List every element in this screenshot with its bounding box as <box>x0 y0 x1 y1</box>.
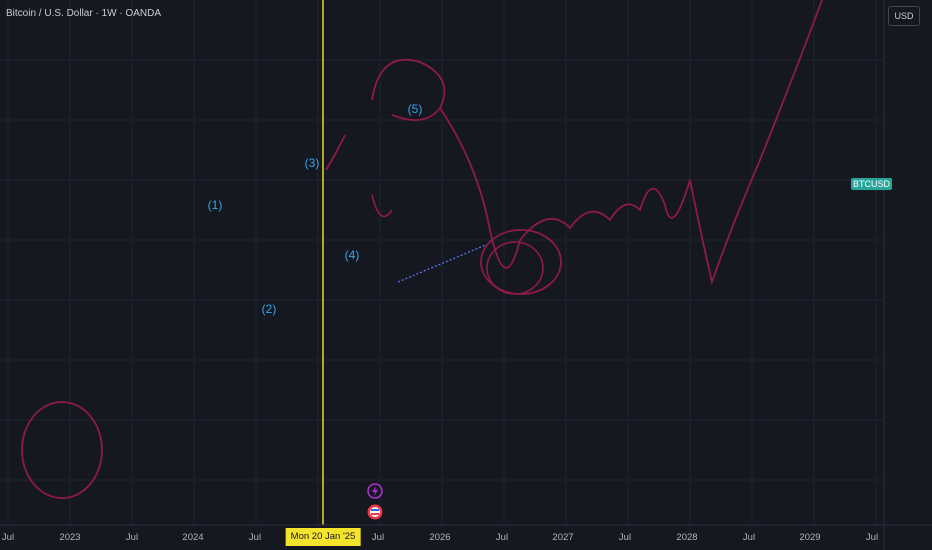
time-tick: 2026 <box>429 532 451 543</box>
drawn-stroke <box>371 194 393 218</box>
time-tick: Jul <box>495 532 509 543</box>
drawn-stroke <box>325 134 346 171</box>
flag-icon[interactable] <box>366 503 384 521</box>
time-tick: Jul <box>865 532 879 543</box>
time-tick: 2024 <box>182 532 204 543</box>
time-tick: Jul <box>1 532 15 543</box>
wave-label: (2) <box>261 302 277 316</box>
chart-title: Bitcoin / U.S. Dollar · 1W · OANDA <box>6 8 162 19</box>
lightning-icon[interactable] <box>366 482 384 500</box>
time-tick: Jul <box>371 532 385 543</box>
time-tick: Jul <box>248 532 262 543</box>
symbol-tag: BTCUSD <box>851 178 893 190</box>
time-tick: 2028 <box>676 532 698 543</box>
channel-dotted-extension <box>397 243 489 283</box>
drawn-circle <box>21 401 103 499</box>
wave-label: (5) <box>407 102 423 116</box>
wave-label: (3) <box>304 156 320 170</box>
time-tick: Jul <box>125 532 139 543</box>
wave-label: (4) <box>344 248 360 262</box>
time-tick: 2023 <box>59 532 81 543</box>
price-chart[interactable] <box>0 0 932 550</box>
chart-window: Bitcoin / U.S. Dollar · 1W · OANDA USD 3… <box>0 0 932 550</box>
currency-button[interactable]: USD <box>888 6 920 26</box>
time-tick: Jul <box>742 532 756 543</box>
time-tick: 2027 <box>552 532 574 543</box>
time-tick: 2029 <box>799 532 821 543</box>
crosshair-date-label: Mon 20 Jan '25 <box>285 528 361 546</box>
wave-label: (1) <box>207 198 223 212</box>
time-tick: Jul <box>618 532 632 543</box>
